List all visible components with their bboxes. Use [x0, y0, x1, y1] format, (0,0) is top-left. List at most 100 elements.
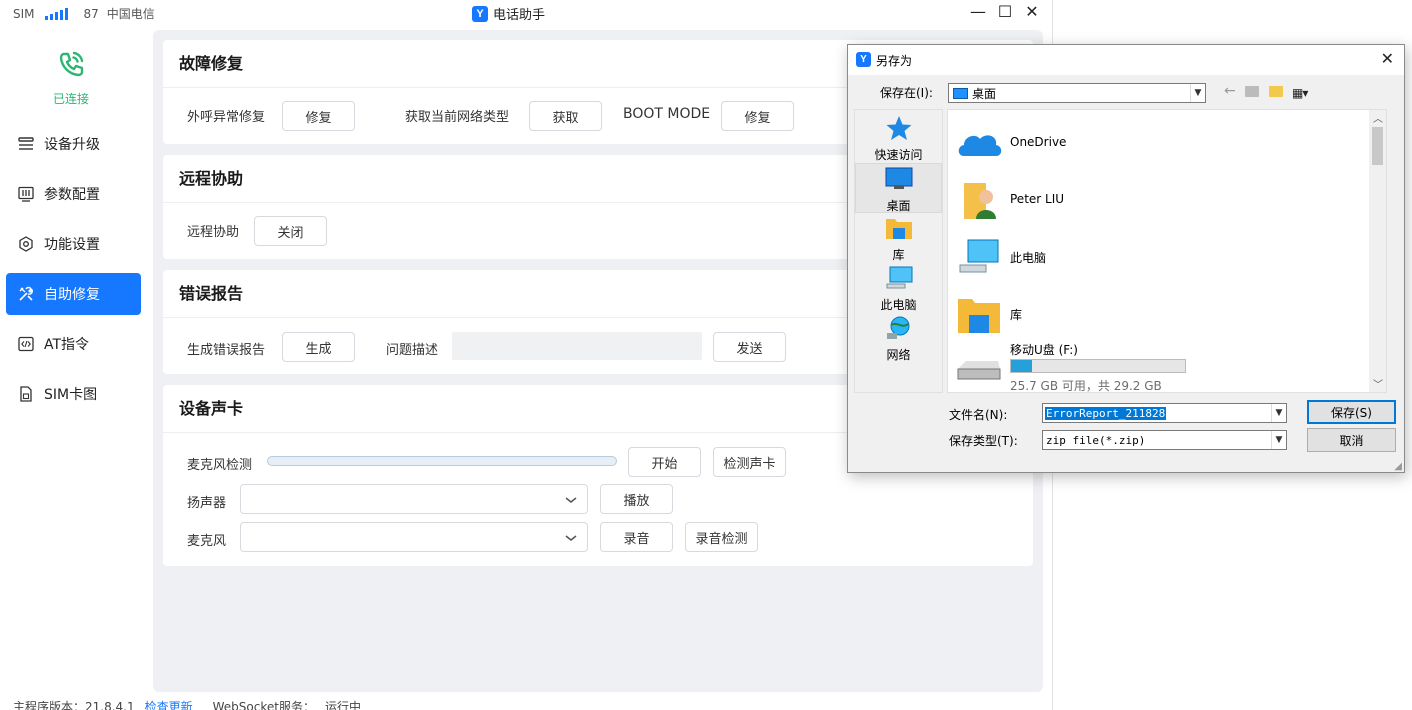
- chevron-down-icon: [565, 535, 577, 541]
- file-item-usb-drive[interactable]: 移动U盘 (F:) 25.7 GB 可用，共 29.2 GB: [952, 339, 1372, 393]
- outgoing-repair-button[interactable]: 修复: [282, 101, 355, 131]
- file-name: 库: [1010, 308, 1023, 322]
- back-icon[interactable]: ←: [1224, 83, 1236, 99]
- sidebar-item-at-command[interactable]: AT指令: [6, 323, 141, 365]
- detect-sound-card-button[interactable]: 检测声卡: [713, 447, 786, 477]
- record-button[interactable]: 录音: [600, 522, 673, 552]
- place-label: 库: [892, 248, 905, 262]
- websocket-status: 运行中: [324, 700, 361, 710]
- file-list: OneDrive Peter LIU 此电脑 库 移动U盘 (F:) 25.7: [947, 109, 1387, 393]
- microphone-label: 麦克风: [187, 534, 227, 549]
- app-logo-icon: Y: [472, 5, 488, 22]
- save-button[interactable]: 保存(S): [1307, 400, 1396, 424]
- place-label: 此电脑: [880, 298, 917, 312]
- filename-value: ErrorReport_211828: [1045, 406, 1167, 420]
- computer-icon: [886, 266, 912, 289]
- speaker-select[interactable]: [240, 484, 588, 514]
- send-report-button[interactable]: 发送: [713, 332, 786, 362]
- issue-description-label: 问题描述: [386, 343, 439, 358]
- microphone-select[interactable]: [240, 522, 588, 552]
- file-name: 此电脑: [1010, 251, 1047, 265]
- chevron-down-icon: ▼: [1190, 84, 1205, 102]
- filename-input[interactable]: ErrorReport_211828 ▼: [1042, 403, 1287, 423]
- list-icon: [18, 136, 34, 152]
- place-label: 快速访问: [874, 148, 923, 162]
- place-desktop[interactable]: 桌面: [855, 163, 942, 213]
- gear-icon: [18, 236, 34, 252]
- status-bar: SIM 87 中国电信: [13, 5, 155, 22]
- desktop-icon: [885, 167, 912, 189]
- signal-icon: [44, 7, 68, 20]
- filename-label: 文件名(N):: [949, 408, 1008, 422]
- sidebar-item-label: 功能设置: [44, 237, 100, 253]
- save-in-select[interactable]: 桌面 ▼: [948, 83, 1206, 103]
- save-in-label: 保存在(I):: [880, 86, 933, 100]
- code-icon: [18, 336, 34, 352]
- mic-level-bar: [267, 456, 617, 466]
- vertical-scrollbar[interactable]: ︿ ﹀: [1369, 110, 1386, 392]
- save-in-value: 桌面: [972, 86, 997, 101]
- close-button[interactable]: ✕: [1021, 2, 1043, 22]
- dialog-title: 另存为: [876, 54, 913, 68]
- sidebar-item-label: 自助修复: [44, 287, 100, 303]
- file-name: OneDrive: [1010, 135, 1067, 149]
- remote-assist-label: 远程协助: [187, 225, 240, 240]
- mic-test-label: 麦克风检测: [187, 458, 253, 473]
- outgoing-repair-label: 外呼异常修复: [187, 110, 266, 125]
- sidebar-item-features[interactable]: 功能设置: [6, 223, 141, 265]
- cancel-button[interactable]: 取消: [1307, 428, 1396, 452]
- check-update-link[interactable]: 检查更新: [145, 698, 193, 710]
- filetype-select[interactable]: zip file(*.zip) ▼: [1042, 430, 1287, 450]
- scroll-down-icon[interactable]: ﹀: [1373, 376, 1383, 391]
- file-item-onedrive[interactable]: OneDrive: [952, 118, 1372, 168]
- filetype-value: zip file(*.zip): [1046, 433, 1146, 447]
- maximize-button[interactable]: ☐: [994, 2, 1016, 22]
- sidebar-item-label: 设备升级: [44, 137, 100, 153]
- get-network-button[interactable]: 获取: [529, 101, 602, 131]
- new-folder-icon[interactable]: [1269, 86, 1283, 97]
- app-logo-icon: Y: [856, 52, 871, 67]
- scroll-up-icon[interactable]: ︿: [1373, 110, 1383, 125]
- places-bar: 快速访问 桌面 库 此电脑 网络: [854, 109, 943, 393]
- place-quick-access[interactable]: 快速访问: [855, 113, 942, 163]
- cloud-icon: [958, 135, 1002, 156]
- place-library[interactable]: 库: [855, 213, 942, 263]
- dialog-close-button[interactable]: ✕: [1381, 49, 1394, 68]
- chevron-down-icon: [565, 497, 577, 503]
- chevron-down-icon: ▼: [1271, 431, 1286, 449]
- sidebar-nav: 设备升级 参数配置 功能设置 自助修复 AT指令 SIM卡图: [6, 123, 141, 423]
- sidebar-item-self-repair[interactable]: 自助修复: [6, 273, 141, 315]
- play-button[interactable]: 播放: [600, 484, 673, 514]
- connection-status: 已连接: [34, 48, 108, 107]
- network-icon: [886, 316, 909, 339]
- network-type-label: 获取当前网络类型: [405, 110, 510, 125]
- generate-report-button[interactable]: 生成: [282, 332, 355, 362]
- remote-close-button[interactable]: 关闭: [254, 216, 327, 246]
- sidebar-item-params[interactable]: 参数配置: [6, 173, 141, 215]
- view-menu-icon[interactable]: ▦▾: [1292, 86, 1308, 100]
- drive-usage-bar: [1010, 359, 1186, 373]
- place-this-pc[interactable]: 此电脑: [855, 263, 942, 313]
- minimize-button[interactable]: —: [967, 2, 989, 22]
- library-icon: [885, 219, 912, 239]
- file-item-user[interactable]: Peter LIU: [952, 175, 1372, 225]
- sliders-icon: [18, 186, 34, 202]
- sidebar-item-sim-card[interactable]: SIM卡图: [6, 373, 141, 415]
- file-item-this-pc[interactable]: 此电脑: [952, 232, 1372, 282]
- start-button[interactable]: 开始: [628, 447, 701, 477]
- boot-repair-button[interactable]: 修复: [721, 101, 794, 131]
- scroll-thumb[interactable]: [1372, 127, 1383, 165]
- place-network[interactable]: 网络: [855, 313, 942, 363]
- file-item-library[interactable]: 库: [952, 289, 1372, 339]
- place-label: 桌面: [886, 199, 911, 213]
- websocket-label: WebSocket服务：: [212, 700, 315, 710]
- place-label: 网络: [886, 348, 911, 362]
- issue-description-input[interactable]: [452, 332, 702, 360]
- up-folder-icon[interactable]: [1245, 86, 1259, 97]
- drive-icon: [957, 361, 1001, 380]
- drive-detail: 25.7 GB 可用，共 29.2 GB: [1010, 379, 1162, 393]
- record-test-button[interactable]: 录音检测: [685, 522, 758, 552]
- sidebar-item-upgrade[interactable]: 设备升级: [6, 123, 141, 165]
- resize-grip-icon[interactable]: ◢: [1394, 461, 1402, 472]
- drive-usage-fill: [1011, 360, 1032, 372]
